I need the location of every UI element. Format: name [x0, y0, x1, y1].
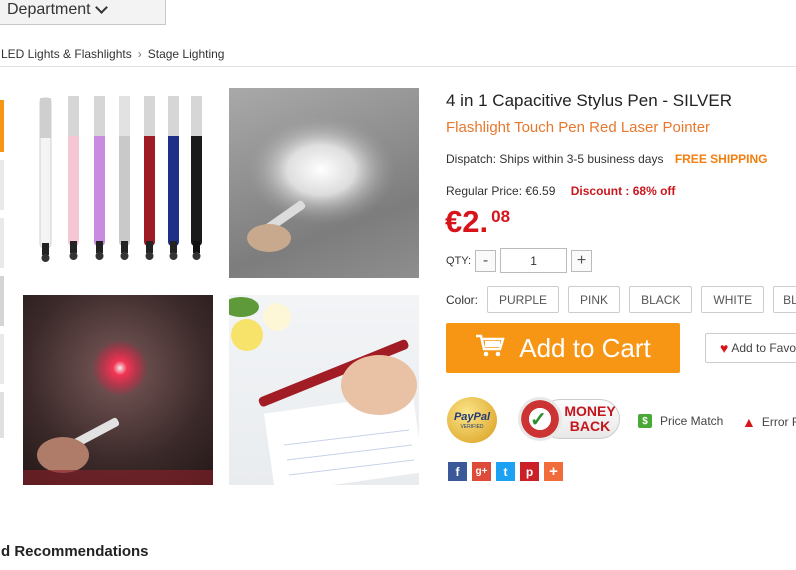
product-image-pens[interactable]	[23, 88, 213, 280]
dispatch-info: Dispatch: Ships within 3-5 business days…	[446, 152, 768, 166]
thumbnail[interactable]	[0, 276, 4, 326]
cart-icon	[475, 333, 505, 364]
color-option-purple[interactable]: PURPLE	[487, 286, 560, 313]
quantity-label: QTY:	[446, 254, 472, 267]
thumbnail[interactable]	[0, 392, 4, 438]
regular-price-value: €6.59	[525, 184, 556, 198]
divider	[0, 66, 796, 67]
heart-icon: ♥	[720, 340, 729, 356]
thumbnail[interactable]	[0, 218, 4, 268]
price-match-link[interactable]: $ Price Match	[638, 414, 723, 428]
regular-price-label: Regular Price:	[446, 184, 523, 198]
chevron-down-icon	[94, 0, 108, 14]
twitter-icon[interactable]: t	[496, 462, 515, 481]
dispatch-value: Ships within 3-5 business days	[499, 152, 664, 166]
warning-icon: ▲	[742, 414, 756, 430]
sale-price: €2. 08	[445, 204, 510, 240]
breadcrumb-item[interactable]: LED Lights & Flashlights	[1, 47, 132, 61]
flashlight-illustration	[246, 115, 396, 252]
product-image-writing[interactable]	[229, 295, 419, 485]
error-report-link[interactable]: ▲ Error Report	[742, 414, 796, 430]
color-option-pink[interactable]: PINK	[568, 286, 621, 313]
add-to-cart-label: Add to Cart	[519, 332, 651, 363]
dispatch-label: Dispatch:	[446, 152, 497, 166]
thumbnail[interactable]	[0, 334, 4, 384]
add-to-favorites-label: Add to Favorites	[731, 341, 796, 355]
color-label: Color:	[446, 292, 479, 307]
quantity-input[interactable]	[500, 248, 568, 273]
color-option-blue[interactable]: BLUE	[773, 286, 796, 313]
laser-illustration	[23, 340, 213, 485]
regular-price: Regular Price: €6.59 Discount : 68% off	[446, 184, 675, 198]
error-report-label: Error Report	[761, 415, 796, 429]
product-subtitle: Flashlight Touch Pen Red Laser Pointer	[446, 119, 711, 136]
department-dropdown[interactable]: Department	[0, 0, 166, 25]
google-plus-icon[interactable]: g+	[472, 462, 491, 481]
product-image-laser[interactable]	[23, 295, 213, 485]
paypal-verified-badge: PayPal VERIFIED	[447, 397, 497, 443]
quantity-stepper: QTY: - +	[446, 248, 593, 273]
breadcrumb-item[interactable]: Stage Lighting	[148, 47, 225, 61]
recommendations-heading: d Recommendations	[1, 543, 149, 560]
thumbnail-active[interactable]	[0, 100, 4, 152]
thumbnail[interactable]	[0, 160, 4, 210]
product-title: 4 in 1 Capacitive Stylus Pen - SILVER	[446, 91, 732, 110]
pens-illustration	[39, 96, 202, 262]
checkmark-icon: ✓	[530, 409, 547, 431]
chevron-right-icon: ›	[137, 47, 142, 61]
writing-illustration	[229, 297, 419, 485]
money-back-text: BACK	[569, 418, 611, 434]
more-share-icon[interactable]: +	[544, 462, 563, 481]
paypal-logo: PayPal	[453, 410, 491, 423]
color-option-black[interactable]: BLACK	[629, 286, 693, 313]
color-selector: Color: PURPLE PINK BLACK WHITE BLUE	[446, 286, 796, 313]
money-back-badge: MONEY BACK ✓	[518, 397, 620, 441]
free-shipping-badge: FREE SHIPPING	[674, 152, 768, 166]
social-share: f g+ t p +	[448, 462, 568, 481]
price-match-icon: $	[638, 414, 652, 428]
department-label: Department	[7, 0, 91, 18]
paypal-verified-label: VERIFIED	[460, 423, 484, 430]
color-option-white[interactable]: WHITE	[701, 286, 765, 313]
add-to-cart-button[interactable]: Add to Cart	[446, 323, 680, 373]
price-main: €2.	[445, 204, 489, 239]
money-back-text: MONEY	[564, 403, 616, 419]
breadcrumb: LED Lights & Flashlights › Stage Lightin…	[1, 47, 224, 61]
quantity-decrease-button[interactable]: -	[475, 249, 497, 272]
pinterest-icon[interactable]: p	[520, 462, 539, 481]
quantity-increase-button[interactable]: +	[571, 249, 593, 272]
price-match-label: Price Match	[660, 414, 724, 428]
add-to-favorites-button[interactable]: ♥ Add to Favorites	[705, 333, 796, 363]
discount-badge: Discount : 68% off	[570, 184, 676, 198]
price-cents: 08	[491, 207, 511, 226]
facebook-icon[interactable]: f	[448, 462, 467, 481]
product-image-flashlight[interactable]	[229, 88, 419, 278]
